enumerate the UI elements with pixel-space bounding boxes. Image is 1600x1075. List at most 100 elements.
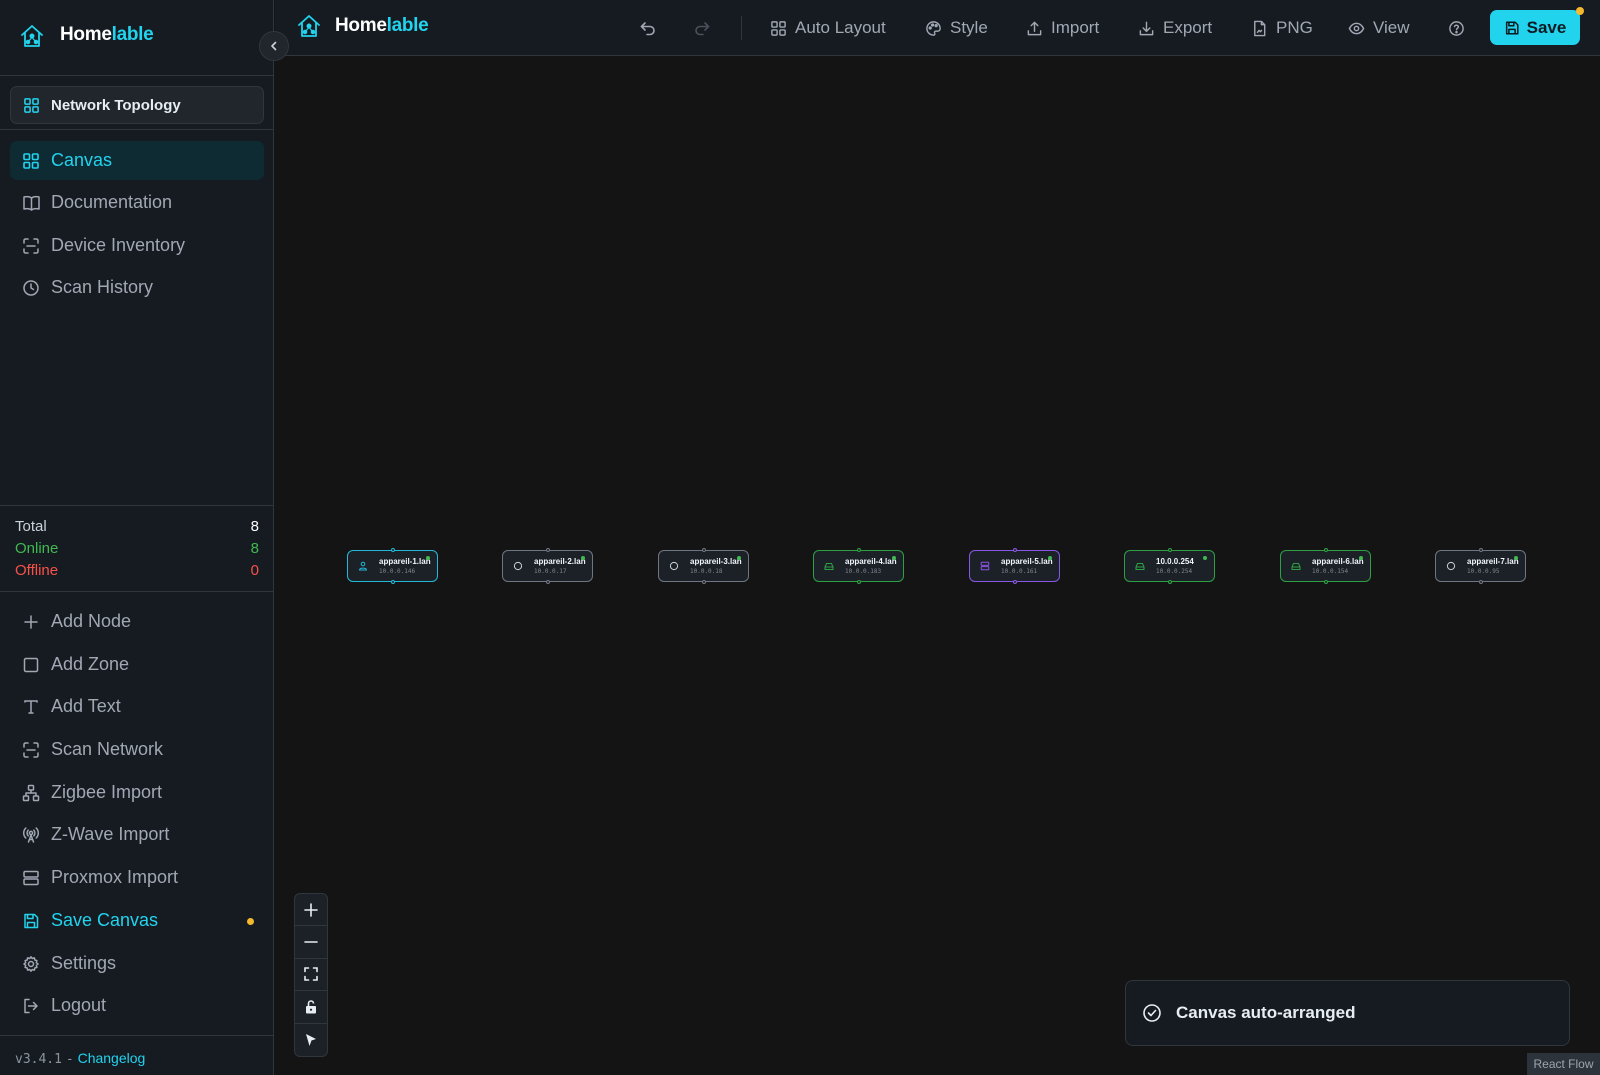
changelog-link[interactable]: Changelog (78, 1050, 146, 1066)
add-text-label: Add Text (51, 696, 121, 716)
status-online-indicator (892, 556, 896, 560)
png-label: PNG (1276, 18, 1313, 37)
node-ip: 10.0.0.183 (845, 568, 882, 575)
topology-node[interactable]: appareil-2.lan 10.0.0.17 (502, 548, 593, 584)
node-handle-bottom[interactable] (546, 580, 550, 584)
unsaved-indicator (247, 918, 254, 925)
divider (0, 591, 274, 592)
help-button[interactable] (1448, 14, 1465, 42)
save-icon (1504, 20, 1520, 36)
stat-online: Online 8 (15, 537, 259, 559)
save-canvas-button[interactable]: Save Canvas (10, 901, 264, 940)
import-button[interactable]: Import (1026, 14, 1099, 42)
png-export-button[interactable]: PNG (1251, 14, 1313, 42)
auto-layout-button[interactable]: Auto Layout (770, 14, 886, 42)
export-label: Export (1163, 18, 1213, 37)
node-handle-bottom[interactable] (1013, 580, 1017, 584)
plus-icon (303, 902, 319, 918)
auto-layout-label: Auto Layout (795, 18, 886, 37)
node-handle-top[interactable] (546, 548, 550, 552)
lock-toggle-button[interactable] (295, 991, 327, 1024)
node-handle-top[interactable] (702, 548, 706, 552)
topology-node[interactable]: appareil-1.lan 10.0.0.146 (347, 548, 438, 584)
layout-grid-icon (770, 20, 787, 37)
react-flow-attribution[interactable]: React Flow (1527, 1053, 1600, 1075)
divider (0, 1035, 274, 1036)
status-online-indicator (1203, 556, 1207, 560)
nav-item-documentation[interactable]: Documentation (10, 183, 264, 222)
save-button[interactable]: Save (1490, 10, 1580, 45)
node-handle-bottom[interactable] (1479, 580, 1483, 584)
sidebar-footer: v3.4.1 - Changelog (15, 1050, 145, 1067)
proxmox-import-label: Proxmox Import (51, 867, 179, 887)
topology-node[interactable]: 10.0.0.254 10.0.0.254 (1124, 548, 1215, 584)
zwave-import-button[interactable]: Z-Wave Import (10, 815, 264, 854)
scan-network-button[interactable]: Scan Network (10, 730, 264, 769)
node-ip: 10.0.0.95 (1467, 568, 1500, 575)
stat-total-value: 8 (250, 517, 259, 535)
collapse-sidebar-button[interactable] (259, 31, 289, 61)
node-handle-bottom[interactable] (1324, 580, 1328, 584)
logout-icon (21, 996, 41, 1016)
view-button[interactable]: View (1348, 14, 1410, 42)
node-handle-bottom[interactable] (702, 580, 706, 584)
sidebar: Homelable Network Topology Canvas Docume… (0, 0, 289, 1075)
style-button[interactable]: Style (925, 14, 988, 42)
fullscreen-icon (303, 966, 319, 982)
fit-view-button[interactable] (295, 959, 327, 992)
zoom-in-button[interactable] (295, 894, 327, 927)
node-handle-top[interactable] (391, 548, 395, 552)
node-handle-top[interactable] (1324, 548, 1328, 552)
check-circle-icon (1142, 1003, 1162, 1023)
add-zone-button[interactable]: Add Zone (10, 645, 264, 684)
download-icon (1138, 20, 1155, 37)
node-name: appareil-5.lan (1001, 557, 1053, 566)
status-online-indicator (1359, 556, 1363, 560)
node-handle-bottom[interactable] (857, 580, 861, 584)
redo-button[interactable] (693, 14, 711, 42)
upload-icon (1026, 20, 1043, 37)
settings-label: Settings (51, 953, 117, 973)
topology-node[interactable]: appareil-6.lan 10.0.0.154 (1280, 548, 1371, 584)
add-text-button[interactable]: Add Text (10, 687, 264, 726)
node-name: appareil-7.lan (1467, 557, 1519, 566)
select-mode-button[interactable] (295, 1024, 327, 1056)
import-label: Import (1051, 18, 1100, 37)
nav-item-canvas[interactable]: Canvas (10, 141, 264, 180)
node-handle-top[interactable] (1013, 548, 1017, 552)
logout-button[interactable]: Logout (10, 986, 264, 1025)
node-handle-bottom[interactable] (1168, 580, 1172, 584)
undo-button[interactable] (639, 14, 657, 42)
topology-node[interactable]: appareil-7.lan 10.0.0.95 (1435, 548, 1526, 584)
topology-node[interactable]: appareil-5.lan 10.0.0.161 (969, 548, 1060, 584)
nav-item-scan-history[interactable]: Scan History (10, 268, 264, 307)
add-node-button[interactable]: Add Node (10, 602, 264, 641)
add-node-label: Add Node (51, 611, 132, 631)
palette-icon (925, 20, 942, 37)
topology-node[interactable]: appareil-3.lan 10.0.0.18 (658, 548, 749, 584)
undo-icon (639, 19, 657, 37)
zwave-import-label: Z-Wave Import (51, 824, 170, 844)
zigbee-import-label: Zigbee Import (51, 782, 163, 802)
footer-separator: - (65, 1052, 74, 1067)
gear-icon (21, 954, 41, 974)
node-handle-bottom[interactable] (391, 580, 395, 584)
proxmox-import-button[interactable]: Proxmox Import (10, 858, 264, 897)
topology-node[interactable]: appareil-4.lan 10.0.0.183 (813, 548, 904, 584)
zigbee-import-button[interactable]: Zigbee Import (10, 773, 264, 812)
toolbar-brand-name: Homelable (335, 15, 429, 36)
topology-selector[interactable]: Network Topology (10, 86, 264, 124)
node-handle-top[interactable] (1479, 548, 1483, 552)
export-button[interactable]: Export (1138, 14, 1212, 42)
topology-canvas[interactable] (275, 57, 1600, 1075)
square-icon (21, 655, 41, 675)
home-network-logo-icon (19, 23, 45, 49)
settings-button[interactable]: Settings (10, 944, 264, 983)
harddrive-icon (1291, 561, 1301, 571)
node-handle-top[interactable] (1168, 548, 1172, 552)
home-network-logo-icon (296, 13, 322, 39)
nav-item-device-inventory[interactable]: Device Inventory (10, 226, 264, 265)
nav-item-label: Device Inventory (51, 235, 186, 255)
node-handle-top[interactable] (857, 548, 861, 552)
zoom-out-button[interactable] (295, 926, 327, 959)
